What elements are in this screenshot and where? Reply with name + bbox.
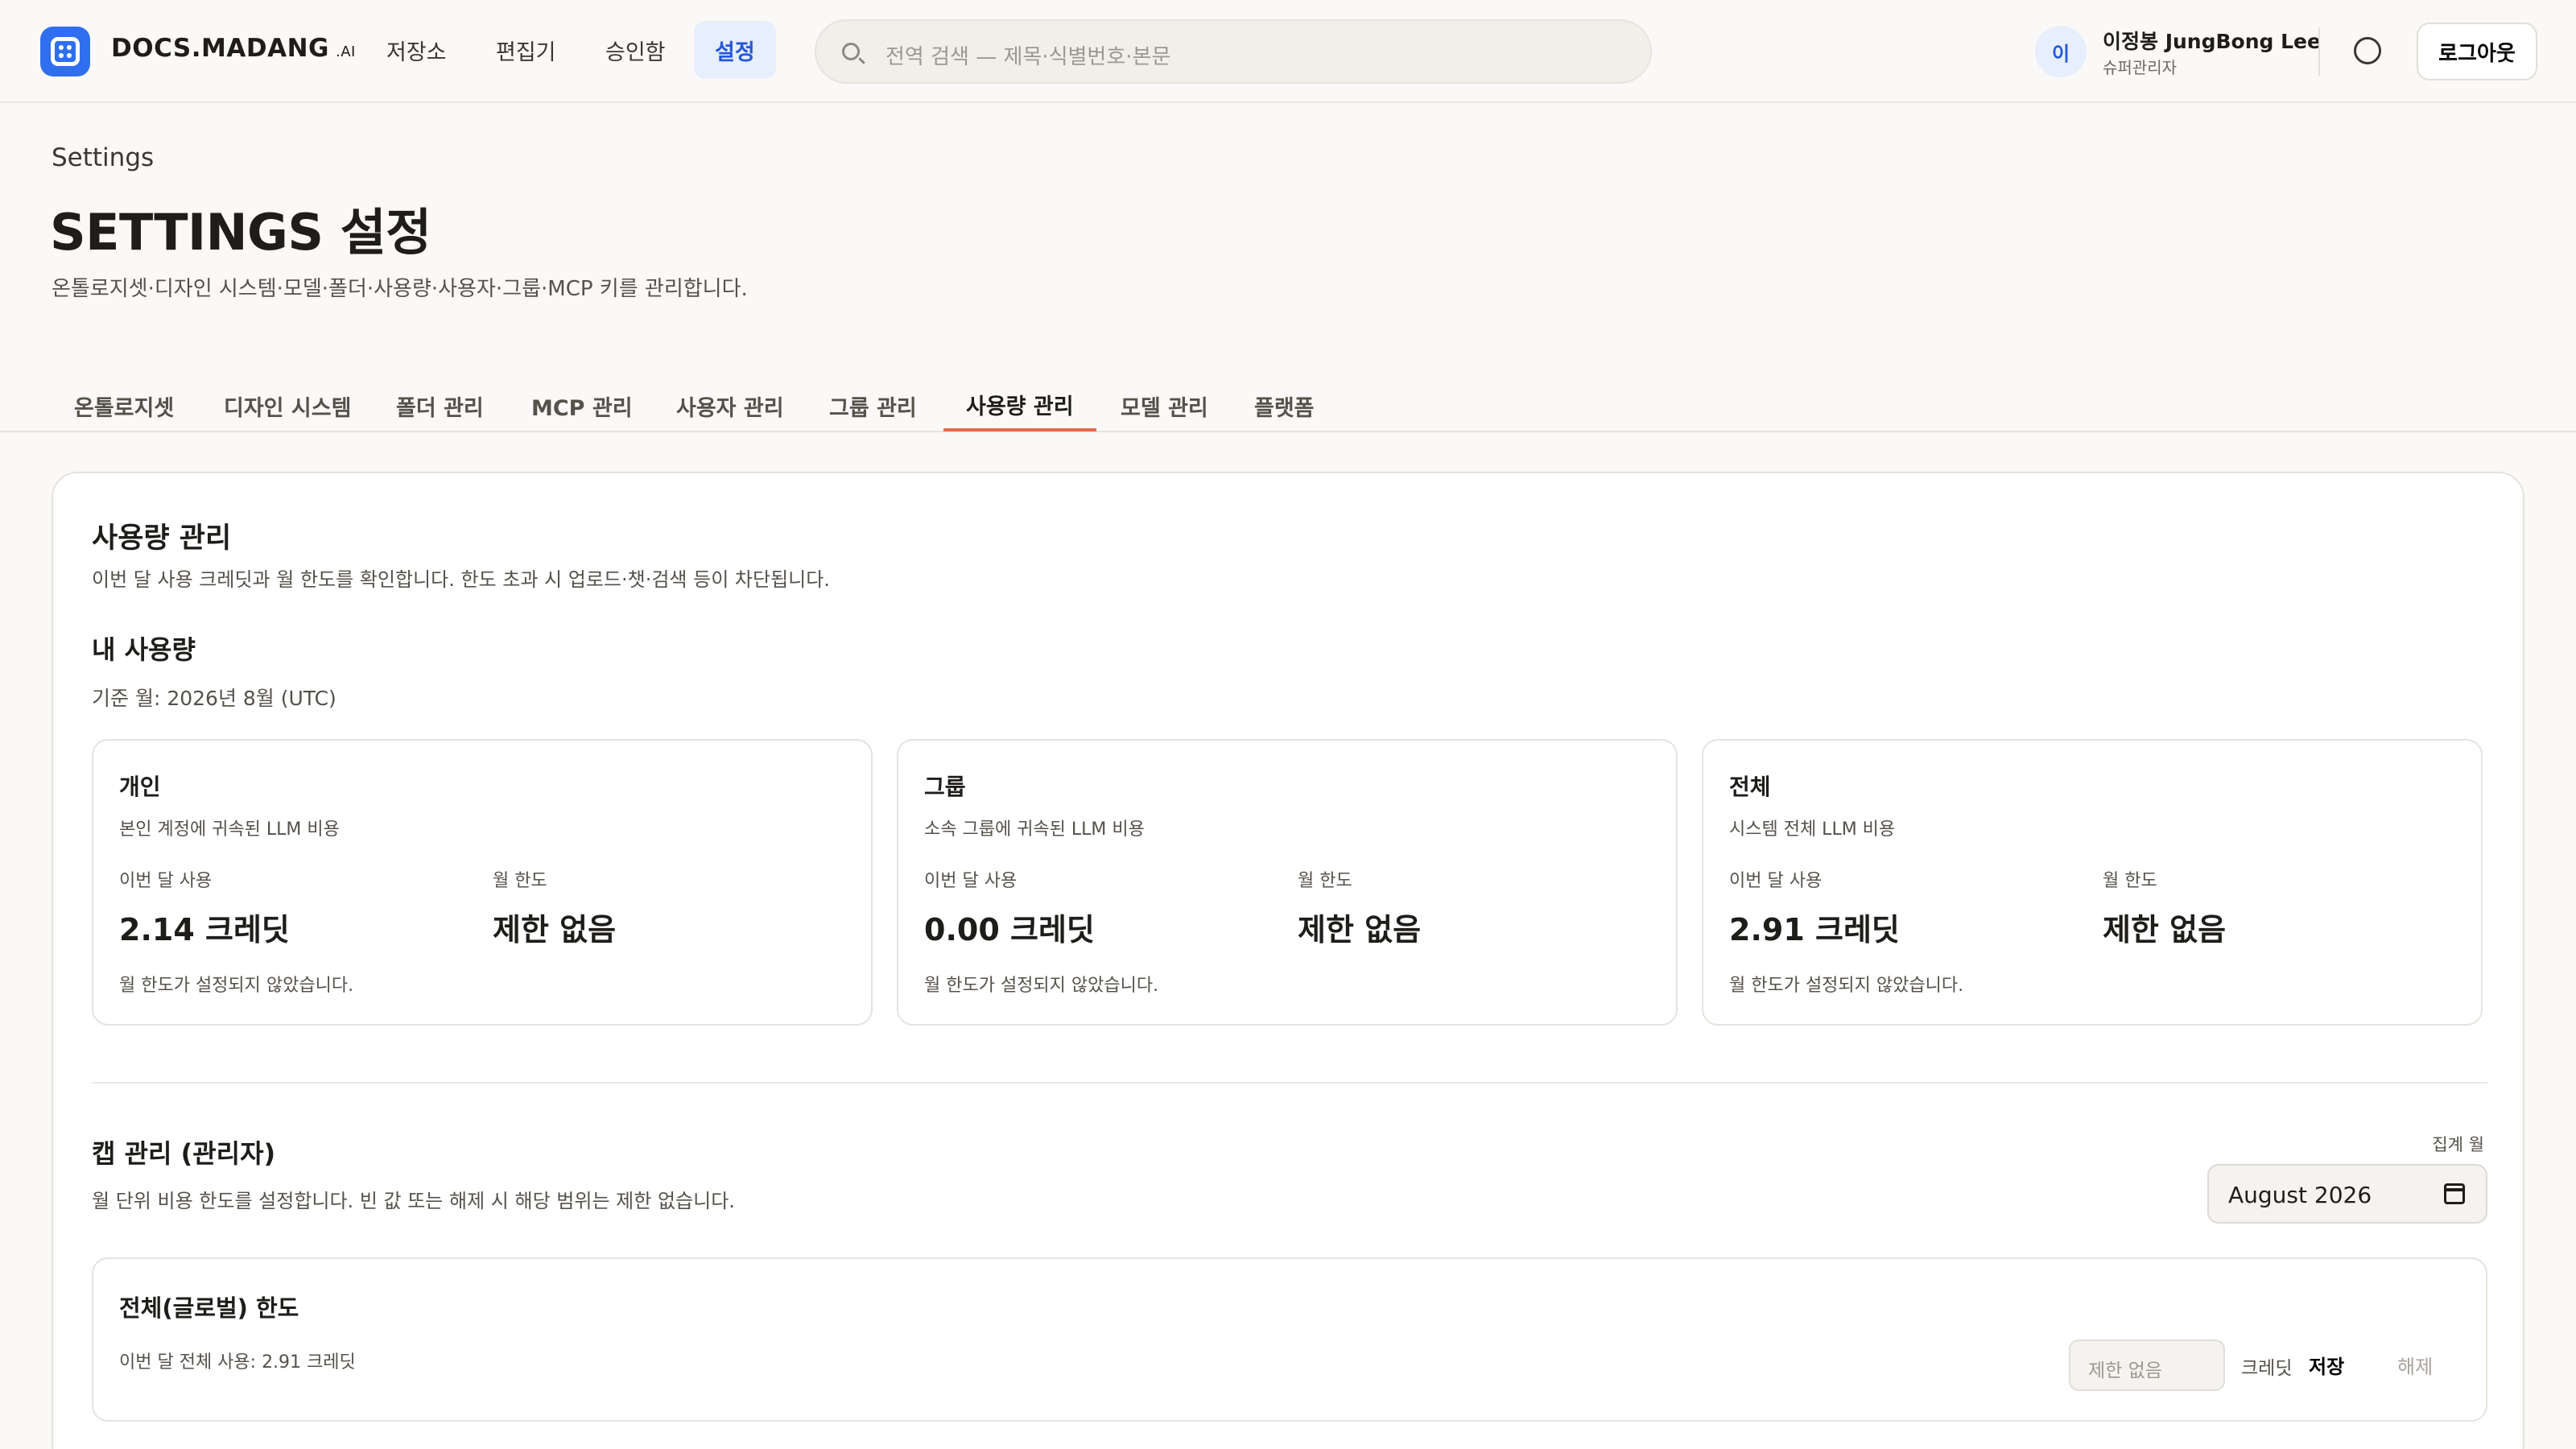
usage-card-title: 그룹	[924, 774, 966, 800]
section-divider	[92, 1082, 2487, 1084]
user-role: 슈퍼관리자	[2103, 58, 2177, 77]
tab-folders[interactable]: 폴더 관리	[374, 380, 506, 431]
usage-section-description: 이번 달 사용 크레딧과 월 한도를 확인합니다. 한도 초과 시 업로드·챗·…	[92, 568, 830, 591]
global-search-input[interactable]: 전역 검색 — 제목·식별번호·본문	[815, 19, 1652, 84]
global-cap-input[interactable]: 제한 없음	[2069, 1340, 2225, 1391]
app-logo-icon[interactable]	[40, 27, 90, 76]
nav-settings[interactable]: 설정	[694, 21, 776, 79]
usage-card-note: 월 한도가 설정되지 않았습니다.	[1729, 976, 1964, 996]
global-cap-placeholder: 제한 없음	[2088, 1360, 2162, 1381]
usage-card-title: 개인	[119, 774, 161, 800]
caps-section-description: 월 단위 비용 한도를 설정합니다. 빈 값 또는 해제 시 해당 범위는 제한…	[92, 1190, 735, 1212]
usage-used-value: 0.00 크레딧	[924, 912, 1095, 947]
global-cap-title: 전체(글로벌) 한도	[119, 1294, 299, 1322]
tab-models[interactable]: 모델 관리	[1098, 380, 1231, 431]
usage-used-label: 이번 달 사용	[119, 871, 213, 891]
usage-limit-value: 제한 없음	[1298, 912, 1422, 947]
global-cap-usage: 이번 달 전체 사용: 2.91 크레딧	[119, 1352, 356, 1373]
usage-card-description: 소속 그룹에 귀속된 LLM 비용	[924, 819, 1145, 840]
tab-usage[interactable]: 사용량 관리	[943, 380, 1096, 431]
save-button[interactable]: 저장	[2309, 1351, 2344, 1379]
top-navigation-bar: DOCS.MADANG .AI 저장소 편집기 승인함 설정 전역 검색 — 제목…	[0, 0, 2576, 103]
usage-card-description: 본인 계정에 귀속된 LLM 비용	[119, 819, 340, 840]
tab-platform[interactable]: 플랫폼	[1232, 380, 1337, 431]
global-cap-unit: 크레딧	[2241, 1358, 2293, 1379]
brand-name: DOCS.MADANG	[111, 34, 329, 63]
usage-card-total: 전체 시스템 전체 LLM 비용 이번 달 사용 월 한도 2.91 크레딧 제…	[1702, 739, 2483, 1026]
usage-card-title: 전체	[1729, 774, 1771, 800]
usage-limit-label: 월 한도	[493, 871, 547, 891]
user-name: 이정봉 JungBong Lee	[2103, 30, 2321, 53]
brand-suffix: .AI	[335, 43, 356, 60]
nav-approvals[interactable]: 승인함	[584, 21, 687, 79]
caps-section-title: 캡 관리 (관리자)	[92, 1138, 276, 1169]
usage-card-description: 시스템 전체 LLM 비용	[1729, 819, 1896, 840]
usage-used-label: 이번 달 사용	[1729, 871, 1823, 891]
usage-used-label: 이번 달 사용	[924, 871, 1018, 891]
usage-card-note: 월 한도가 설정되지 않았습니다.	[924, 976, 1159, 996]
logout-button[interactable]: 로그아웃	[2417, 23, 2537, 80]
usage-limit-label: 월 한도	[2103, 871, 2157, 891]
tab-design-system[interactable]: 디자인 시스템	[201, 380, 374, 431]
search-placeholder: 전역 검색 — 제목·식별번호·본문	[886, 45, 1171, 69]
usage-limit-label: 월 한도	[1298, 871, 1352, 891]
usage-card-group: 그룹 소속 그룹에 귀속된 LLM 비용 이번 달 사용 월 한도 0.00 크…	[897, 739, 1678, 1026]
page-description: 온톨로지셋·디자인 시스템·모델·폴더·사용량·사용자·그룹·MCP 키를 관리…	[52, 277, 748, 301]
header-divider	[2318, 27, 2320, 76]
user-avatar[interactable]: 이	[2035, 26, 2087, 77]
nav-editor[interactable]: 편집기	[475, 21, 577, 79]
month-picker-input[interactable]: August 2026	[2207, 1164, 2487, 1224]
usage-card-personal: 개인 본인 계정에 귀속된 LLM 비용 이번 달 사용 월 한도 2.14 크…	[92, 739, 873, 1026]
usage-section-title: 사용량 관리	[92, 522, 232, 555]
breadcrumb: Settings	[52, 143, 155, 172]
my-usage-title: 내 사용량	[92, 634, 196, 665]
month-picker-label: 집계 월	[2432, 1135, 2484, 1154]
usage-used-value: 2.91 크레딧	[1729, 912, 1900, 947]
calendar-icon[interactable]	[2444, 1183, 2465, 1204]
usage-limit-value: 제한 없음	[493, 912, 617, 947]
usage-management-panel: 사용량 관리 이번 달 사용 크레딧과 월 한도를 확인합니다. 한도 초과 시…	[52, 472, 2524, 1449]
tab-users[interactable]: 사용자 관리	[654, 380, 807, 431]
search-icon	[842, 43, 860, 60]
usage-used-value: 2.14 크레딧	[119, 912, 290, 947]
clear-button[interactable]: 해제	[2397, 1351, 2433, 1379]
month-picker-value: August 2026	[2228, 1182, 2372, 1208]
page-title: SETTINGS 설정	[50, 203, 431, 262]
usage-limit-value: 제한 없음	[2103, 912, 2227, 947]
tab-groups[interactable]: 그룹 관리	[807, 380, 939, 431]
usage-period: 기준 월: 2026년 8월 (UTC)	[92, 687, 336, 710]
global-cap-card: 전체(글로벌) 한도 이번 달 전체 사용: 2.91 크레딧 제한 없음 크레…	[92, 1257, 2487, 1422]
app-brand-name[interactable]: DOCS.MADANG .AI	[111, 34, 356, 63]
tab-mcp[interactable]: MCP 관리	[509, 380, 655, 431]
nav-repository[interactable]: 저장소	[365, 21, 468, 79]
dark-mode-moon-icon[interactable]	[2354, 37, 2381, 64]
usage-card-note: 월 한도가 설정되지 않았습니다.	[119, 976, 354, 996]
tab-ontology-sets[interactable]: 온톨로지셋	[52, 380, 196, 431]
